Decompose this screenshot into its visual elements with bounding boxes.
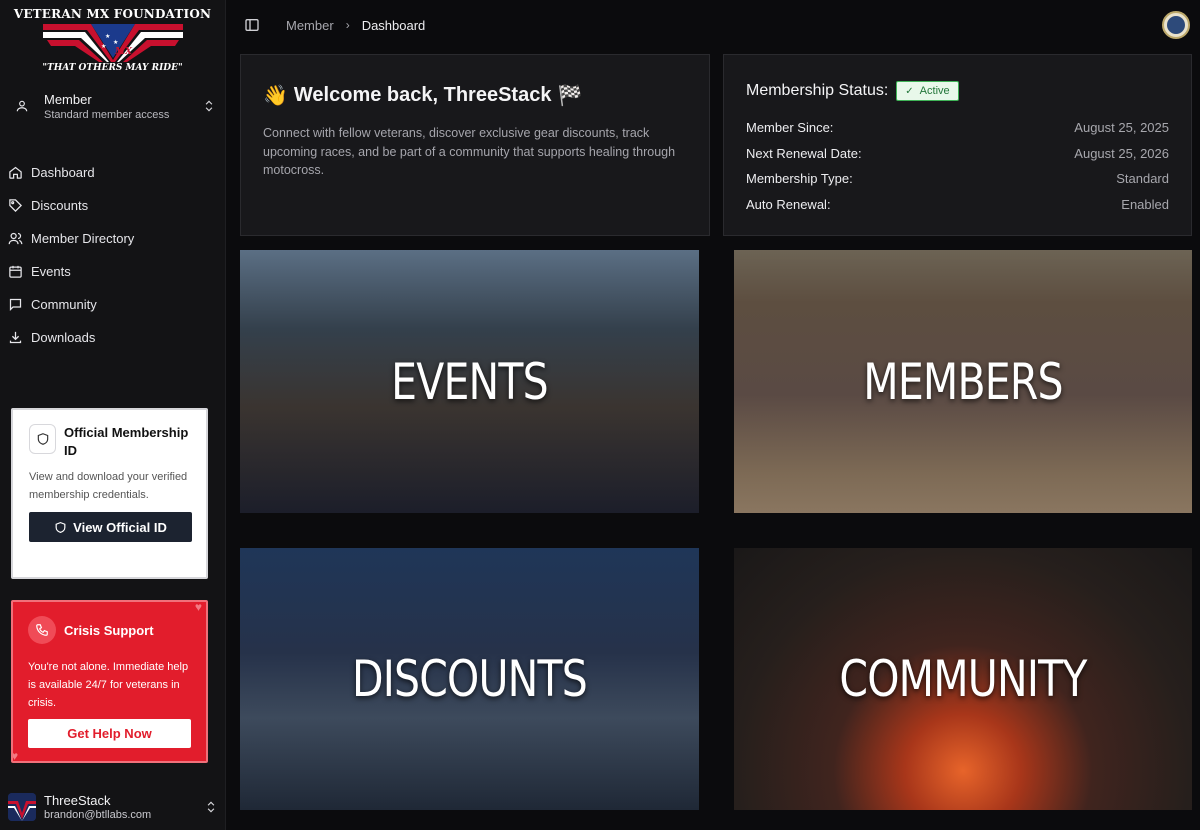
brand-title: VETERAN MX FOUNDATION [13, 7, 212, 21]
community-tile-label: COMMUNITY [839, 650, 1087, 708]
user-email: brandon@btllabs.com [44, 809, 152, 821]
status-key: Auto Renewal: [746, 196, 831, 212]
role-access: Standard member access [44, 108, 170, 121]
breadcrumb-parent[interactable]: Member [286, 18, 334, 33]
view-official-id-button[interactable]: View Official ID [29, 512, 192, 542]
status-value: Standard [1116, 171, 1169, 187]
sidebar-item-label: Events [31, 264, 71, 279]
status-key: Next Renewal Date: [746, 145, 862, 161]
status-value: August 25, 2026 [1074, 145, 1169, 161]
status-badge: ✓ Active [896, 81, 959, 101]
membership-status-card: Membership Status: ✓ Active Member Since… [723, 54, 1192, 236]
sidebar-item-discounts[interactable]: Discounts [0, 189, 226, 222]
status-key: Member Since: [746, 120, 834, 136]
status-row: Auto Renewal: Enabled [746, 192, 1169, 218]
status-value: Enabled [1121, 196, 1169, 212]
sidebar-item-label: Downloads [31, 330, 96, 345]
crisis-description: You're not alone. Immediate help is avai… [28, 661, 189, 709]
chevrons-up-down-icon [205, 100, 213, 112]
user-icon [10, 99, 34, 113]
heart-icon: ♥ [11, 749, 19, 763]
svg-text:★: ★ [105, 33, 110, 40]
id-card-title: Official Membership ID [64, 425, 189, 458]
crisis-support-card: ♥ ♥ Crisis Support You're not alone. Imm… [11, 600, 208, 763]
view-official-id-label: View Official ID [73, 519, 167, 535]
sidebar-item-events[interactable]: Events [0, 255, 226, 288]
breadcrumb: Member › Dashboard [286, 18, 425, 33]
check-icon: ✓ [905, 85, 914, 97]
sidebar: VETERAN MX FOUNDATION ★ ★ ★ MX "THAT OTH… [0, 0, 226, 830]
flag-wings-logo: ★ ★ ★ MX [42, 24, 183, 62]
svg-text:★: ★ [113, 39, 118, 46]
brand-tagline: "THAT OTHERS MAY RIDE" [42, 63, 183, 73]
community-tile[interactable]: COMMUNITY [734, 548, 1192, 810]
welcome-heading: 👋 Welcome back, ThreeStack 🏁 [263, 83, 687, 108]
tag-icon [9, 199, 23, 213]
role-switcher[interactable]: Member Standard member access [10, 86, 216, 126]
members-tile-label: MEMBERS [863, 352, 1063, 411]
shield-icon [55, 521, 66, 533]
shield-icon [29, 424, 57, 454]
brand-logo[interactable]: VETERAN MX FOUNDATION ★ ★ ★ MX "THAT OTH… [0, 0, 225, 76]
status-key: Membership Type: [746, 171, 853, 187]
sidebar-item-member-directory[interactable]: Member Directory [0, 222, 226, 255]
wave-emoji: 👋 [263, 85, 288, 107]
status-row: Membership Type: Standard [746, 166, 1169, 192]
home-icon [9, 166, 22, 179]
user-menu[interactable]: ThreeStack brandon@btllabs.com [8, 790, 218, 824]
sidebar-item-community[interactable]: Community [0, 288, 226, 321]
status-value: August 25, 2025 [1074, 120, 1169, 136]
sidebar-nav: Dashboard Discounts Member Directory Eve… [0, 156, 226, 354]
top-bar: Member › Dashboard [226, 0, 1200, 50]
users-icon [8, 232, 23, 245]
profile-seal-avatar[interactable] [1162, 11, 1190, 39]
calendar-icon [9, 265, 22, 278]
members-tile[interactable]: MEMBERS [734, 250, 1192, 513]
message-icon [9, 298, 22, 312]
logo-mark: MX [114, 47, 133, 57]
chevrons-up-down-icon [207, 801, 215, 813]
checkered-flag-emoji: 🏁 [557, 85, 583, 107]
discounts-tile-label: DISCOUNTS [352, 650, 588, 708]
status-badge-label: Active [919, 85, 950, 97]
sidebar-item-dashboard[interactable]: Dashboard [0, 156, 226, 189]
sidebar-item-label: Dashboard [31, 165, 95, 180]
sidebar-item-downloads[interactable]: Downloads [0, 321, 226, 354]
welcome-card: 👋 Welcome back, ThreeStack 🏁 Connect wit… [240, 54, 710, 236]
heart-icon: ♥ [194, 600, 202, 614]
welcome-body: Connect with fellow veterans, discover e… [263, 126, 676, 177]
svg-text:★: ★ [101, 43, 106, 50]
role-name: Member [44, 91, 92, 107]
sidebar-toggle-icon[interactable] [244, 17, 260, 33]
phone-icon [28, 616, 56, 644]
crisis-title: Crisis Support [64, 622, 154, 638]
welcome-title: Welcome back, ThreeStack [293, 84, 552, 106]
sidebar-item-label: Discounts [31, 198, 89, 213]
discounts-tile[interactable]: DISCOUNTS [240, 548, 699, 810]
user-name: ThreeStack [44, 793, 111, 808]
breadcrumb-current: Dashboard [361, 17, 426, 33]
chevron-right-icon: › [345, 18, 350, 32]
status-row: Member Since: August 25, 2025 [746, 115, 1169, 141]
get-help-now-button[interactable]: Get Help Now [28, 719, 191, 748]
sidebar-item-label: Community [31, 297, 97, 312]
status-row: Next Renewal Date: August 25, 2026 [746, 141, 1169, 167]
sidebar-item-label: Member Directory [31, 231, 135, 246]
download-icon [9, 331, 22, 344]
id-card-description: View and download your verified membersh… [29, 471, 188, 501]
status-title: Membership Status: [746, 82, 889, 99]
membership-id-card: Official Membership ID View and download… [11, 408, 208, 579]
main-content: Member › Dashboard 👋 Welcome back, Three… [226, 0, 1200, 830]
avatar [8, 793, 36, 821]
events-tile[interactable]: EVENTS [240, 250, 699, 513]
events-tile-label: EVENTS [391, 352, 549, 411]
